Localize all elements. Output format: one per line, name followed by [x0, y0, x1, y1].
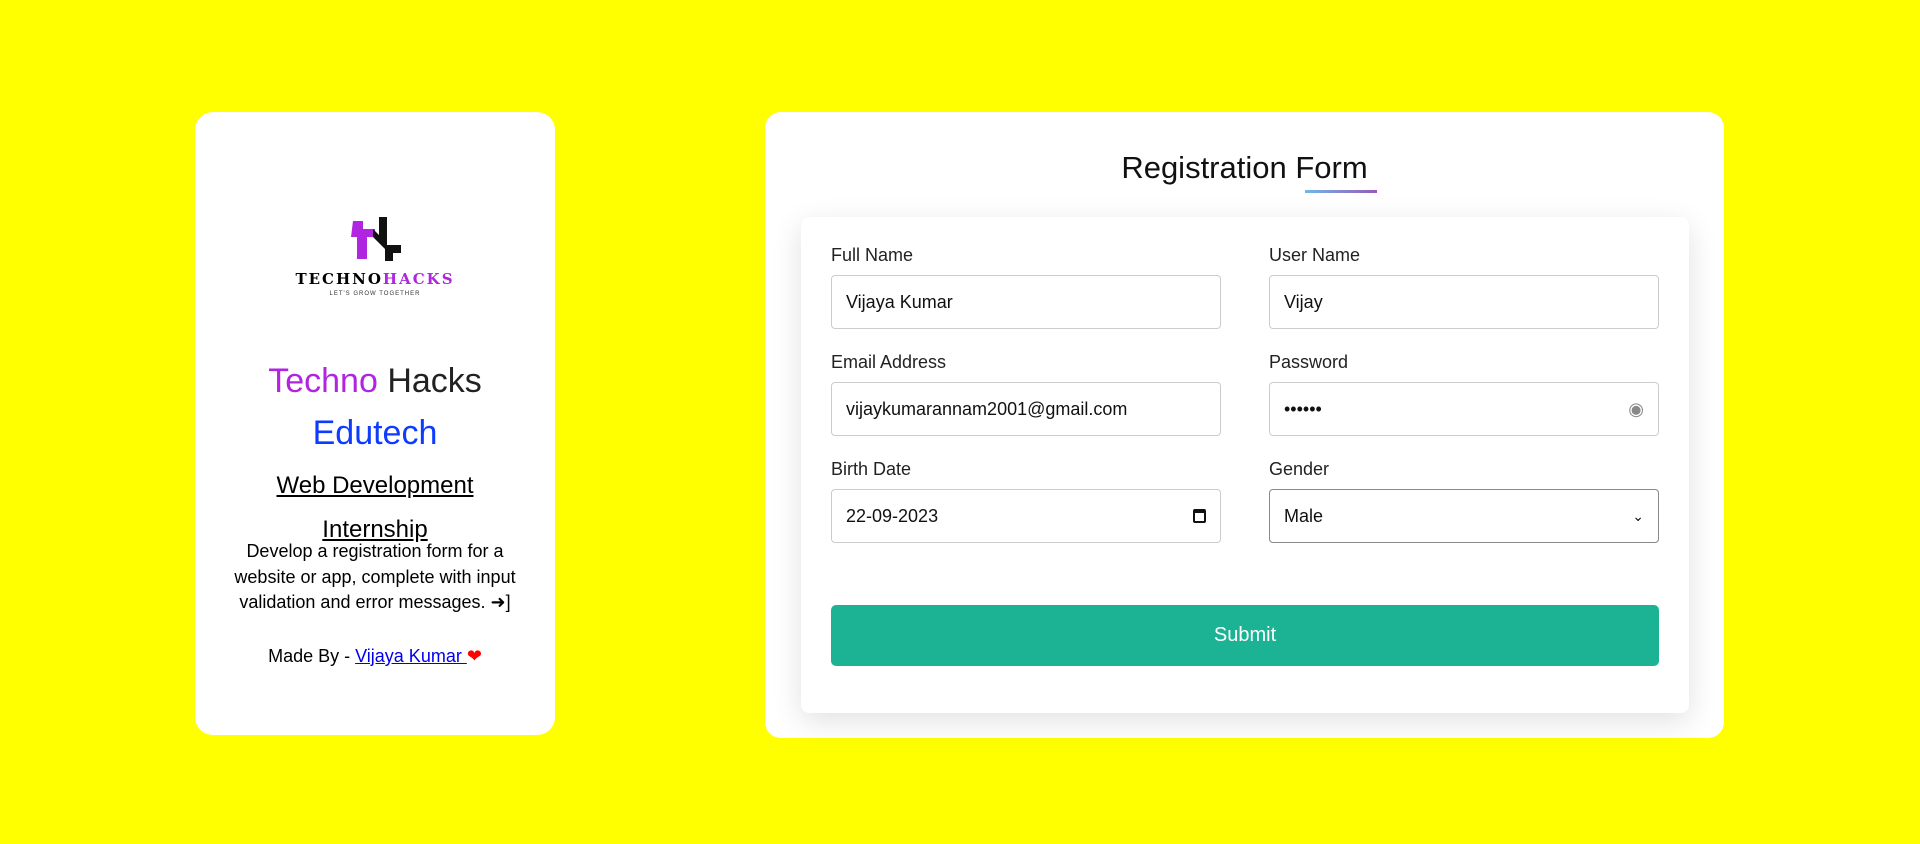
user-name-label: User Name: [1269, 245, 1361, 265]
birth-date-group: Birth Date 22-09-2023: [831, 459, 1221, 543]
task-description: Develop a registration form for a websit…: [225, 539, 525, 616]
full-name-label: Full Name: [831, 245, 914, 265]
brand-subtitle: Edutech: [312, 414, 438, 452]
brand-title-hacks: Hacks: [387, 362, 482, 400]
birth-date-value: 22-09-2023: [846, 505, 939, 526]
email-group: Email Address vijaykumarannam2001@gmail.…: [831, 352, 1221, 436]
chevron-down-icon: ⌄: [1632, 507, 1644, 524]
full-name-input[interactable]: Vijaya Kumar: [831, 275, 1221, 329]
title-underline: [1305, 190, 1377, 193]
user-name-input[interactable]: Vijay: [1269, 275, 1659, 329]
user-name-group: User Name Vijay: [1269, 245, 1659, 329]
calendar-icon[interactable]: [1193, 509, 1206, 523]
password-group: Password •••••• ◉: [1269, 352, 1659, 436]
logo-word-dark: TECHNO: [295, 270, 383, 288]
brand-title: Techno Hacks: [195, 362, 555, 401]
eye-icon[interactable]: ◉: [1628, 399, 1644, 420]
full-name-group: Full Name Vijaya Kumar: [831, 245, 1221, 329]
birth-date-input[interactable]: 22-09-2023: [831, 489, 1221, 543]
made-by: Made By - Vijaya Kumar ❤: [195, 646, 555, 667]
email-input[interactable]: vijaykumarannam2001@gmail.com: [831, 382, 1221, 436]
user-name-value: Vijay: [1284, 291, 1323, 312]
gender-value: Male: [1284, 505, 1324, 526]
info-card: TECHNOHACKS LET'S GROW TOGETHER Techno H…: [195, 112, 555, 735]
gender-group: Gender Male ⌄: [1269, 459, 1659, 543]
heart-icon: ❤: [466, 646, 482, 666]
registration-card: Registration Form Full Name Vijaya Kumar…: [765, 112, 1724, 738]
password-value: ••••••: [1284, 398, 1322, 419]
registration-form: Full Name Vijaya Kumar User Name Vijay E…: [801, 217, 1689, 713]
form-title: Registration Form: [1121, 150, 1368, 185]
technohacks-logo: TECHNOHACKS LET'S GROW TOGETHER: [195, 217, 555, 297]
description-text: Develop a registration form for a websit…: [234, 541, 516, 612]
sign-in-icon: ➜]: [490, 592, 511, 612]
logo-mark-icon: [351, 217, 401, 261]
author-link[interactable]: Vijaya Kumar: [355, 646, 467, 666]
password-label: Password: [1269, 352, 1349, 372]
gender-select[interactable]: Male ⌄: [1269, 489, 1659, 543]
email-value: vijaykumarannam2001@gmail.com: [846, 398, 1128, 419]
submit-button[interactable]: Submit: [831, 605, 1659, 666]
made-by-label: Made By -: [268, 646, 356, 666]
birth-date-label: Birth Date: [831, 459, 912, 479]
gender-label: Gender: [1269, 459, 1330, 479]
logo-tagline: LET'S GROW TOGETHER: [329, 291, 421, 297]
logo-word-accent: HACKS: [382, 270, 455, 288]
password-input[interactable]: •••••• ◉: [1269, 382, 1659, 436]
brand-title-techno: Techno: [268, 362, 378, 400]
full-name-value: Vijaya Kumar: [846, 291, 953, 312]
email-label: Email Address: [831, 352, 947, 372]
